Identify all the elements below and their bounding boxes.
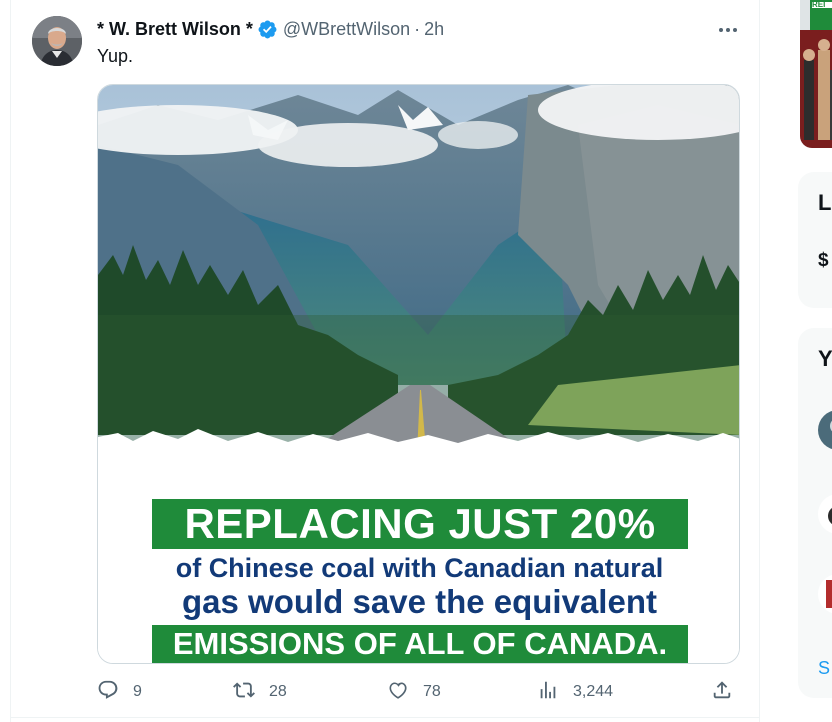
reply-button[interactable]: 9 — [97, 678, 142, 706]
more-icon — [718, 20, 738, 38]
reply-icon — [97, 679, 133, 706]
views-button[interactable]: 3,244 — [537, 678, 613, 706]
author-avatar[interactable] — [32, 16, 82, 66]
tweet-actions: 9 28 78 3,244 — [97, 678, 747, 706]
like-count: 78 — [423, 683, 441, 700]
sidebar-follow-card: Y S — [798, 328, 832, 698]
banner-footer: EMISSIONS OF ALL OF CANADA. — [152, 625, 688, 663]
suggested-account-avatar[interactable] — [818, 494, 832, 534]
header-separator: · — [414, 18, 421, 39]
author-name[interactable]: * W. Brett Wilson * — [97, 19, 253, 40]
reply-count: 9 — [133, 683, 142, 700]
timestamp[interactable]: 2h — [424, 19, 444, 40]
sidebar-card: L $ — [798, 172, 832, 308]
suggested-account-avatar[interactable] — [818, 410, 832, 450]
sidebar-card-line[interactable]: $ — [818, 250, 829, 272]
sidebar-thumbnail[interactable]: REI — [800, 0, 832, 148]
retweet-button[interactable]: 28 — [233, 678, 287, 706]
text-banner: REPLACING JUST 20% of Chinese coal with … — [98, 455, 739, 663]
share-button[interactable] — [711, 678, 733, 706]
mountain-road-photo — [98, 85, 739, 475]
timeline-column: * W. Brett Wilson * @WBrettWilson · 2h Y… — [10, 0, 760, 722]
tweet-header: * W. Brett Wilson * @WBrettWilson · 2h — [97, 18, 444, 40]
suggested-account-avatar[interactable] — [818, 574, 832, 614]
banner-line-3: gas would save the equivalent — [182, 583, 657, 620]
sidebar-show-more-link[interactable]: S — [818, 658, 830, 679]
more-button[interactable] — [711, 14, 745, 44]
views-count: 3,244 — [573, 683, 614, 700]
retweet-count: 28 — [269, 683, 287, 700]
tweet-media-image[interactable]: REPLACING JUST 20% of Chinese coal with … — [97, 84, 740, 664]
like-icon — [387, 679, 423, 706]
views-icon — [537, 679, 573, 706]
share-icon — [711, 679, 733, 706]
sidebar-card-heading: L — [818, 190, 832, 215]
tweet[interactable]: * W. Brett Wilson * @WBrettWilson · 2h Y… — [11, 0, 759, 718]
banner-line-2: of Chinese coal with Canadian natural — [175, 553, 664, 583]
retweet-icon — [233, 679, 269, 706]
author-handle[interactable]: @WBrettWilson — [283, 19, 410, 40]
verified-icon — [257, 19, 278, 40]
like-button[interactable]: 78 — [387, 678, 441, 706]
banner-headline: REPLACING JUST 20% — [152, 499, 688, 549]
sidebar-follow-heading: Y — [818, 346, 832, 371]
thumbnail-text-fragment: REI — [812, 0, 826, 9]
tweet-text: Yup. — [97, 46, 134, 66]
